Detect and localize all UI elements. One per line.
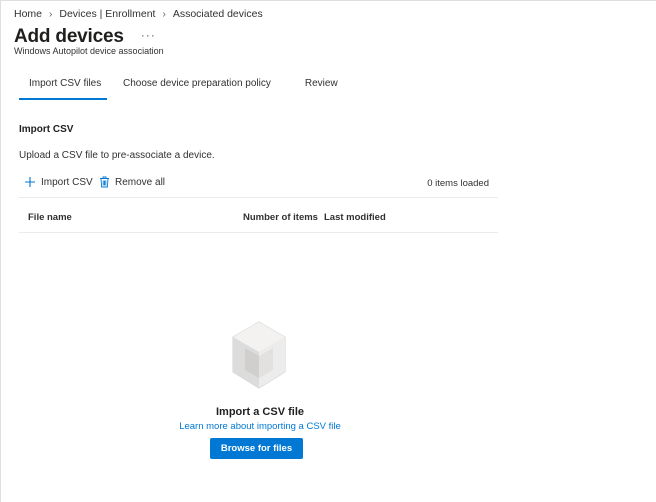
browse-for-files-button[interactable]: Browse for files (210, 438, 303, 459)
trash-icon (100, 176, 109, 188)
empty-state: Import a CSV file Learn more about impor… (150, 318, 370, 468)
left-border (0, 0, 1, 502)
wizard-tabs: Import CSV files Choose device preparati… (19, 72, 338, 100)
top-border (0, 0, 656, 1)
column-header-file-name[interactable]: File name (28, 212, 72, 223)
page-subtitle: Windows Autopilot device association (14, 46, 164, 56)
import-csv-button[interactable]: Import CSV (24, 176, 93, 188)
empty-state-title: Import a CSV file (215, 406, 305, 418)
breadcrumb-home[interactable]: Home (14, 8, 42, 20)
learn-more-link[interactable]: Learn more about importing a CSV file (150, 421, 370, 432)
import-csv-label: Import CSV (41, 176, 93, 188)
section-title: Import CSV (19, 124, 74, 135)
breadcrumb-associated-devices[interactable]: Associated devices (173, 8, 263, 20)
items-loaded-count: 0 items loaded (427, 178, 489, 189)
csv-cube-icon (232, 321, 286, 389)
breadcrumb-separator-icon: › (162, 8, 166, 20)
column-header-number-of-items[interactable]: Number of items (243, 212, 318, 223)
command-bar: Import CSV Remove all 0 items loaded (19, 174, 498, 198)
remove-all-button[interactable]: Remove all (99, 176, 165, 188)
section-description: Upload a CSV file to pre-associate a dev… (19, 150, 215, 161)
plus-icon (25, 177, 35, 187)
breadcrumb-devices-enrollment[interactable]: Devices | Enrollment (59, 8, 155, 20)
breadcrumb-separator-icon: › (49, 8, 53, 20)
more-options-button[interactable]: ··· (141, 28, 156, 42)
tab-choose-device-preparation-policy[interactable]: Choose device preparation policy (123, 72, 271, 100)
column-header-last-modified[interactable]: Last modified (324, 212, 386, 223)
remove-all-label: Remove all (115, 176, 166, 188)
tab-review[interactable]: Review (305, 72, 338, 100)
tab-import-csv-files[interactable]: Import CSV files (19, 72, 107, 100)
page-title: Add devices (14, 26, 124, 47)
title-row: Add devices ··· (14, 26, 156, 48)
breadcrumb: Home › Devices | Enrollment › Associated… (14, 8, 263, 20)
table-header: File name Number of items Last modified (19, 200, 498, 233)
